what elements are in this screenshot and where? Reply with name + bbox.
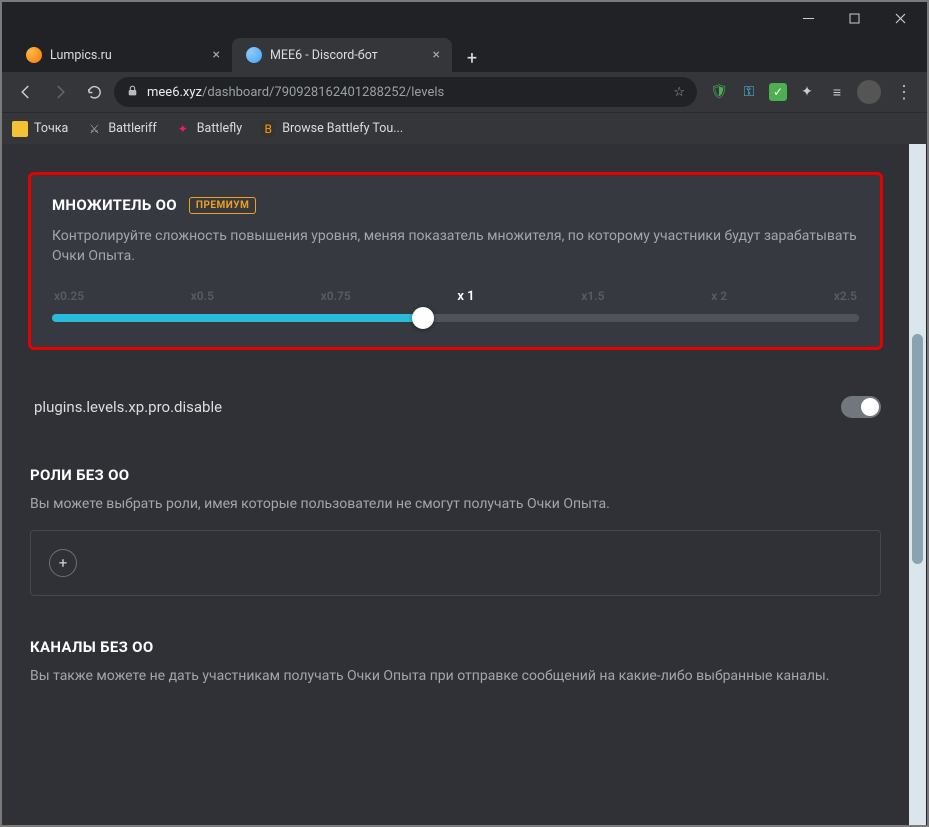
xp-disable-row: plugins.levels.xp.pro.disable: [30, 394, 881, 420]
multiplier-description: Контролируйте сложность повышения уровня…: [52, 226, 859, 267]
check-icon[interactable]: ✓: [769, 83, 787, 101]
menu-icon[interactable]: ⋮: [891, 82, 917, 103]
bookmark-label: Battlefly: [197, 121, 242, 136]
viewport: МНОЖИТЕЛЬ ОО ПРЕМИУМ Контролируйте сложн…: [2, 144, 927, 825]
toggle-label: plugins.levels.xp.pro.disable: [34, 398, 222, 416]
tab-title: Lumpics.ru: [50, 48, 112, 63]
channels-description: Вы также можете не дать участникам получ…: [30, 666, 881, 686]
favicon-icon: [26, 47, 42, 63]
page-content: МНОЖИТЕЛЬ ОО ПРЕМИУМ Контролируйте сложн…: [2, 144, 909, 825]
browser-window: Lumpics.ru × MEE6 - Discord-бот × + mee6…: [0, 0, 929, 827]
slider-label-active: x 1: [457, 289, 474, 304]
multiplier-title: МНОЖИТЕЛЬ ОО: [52, 196, 177, 214]
bookmark-label: Battleriff: [108, 121, 156, 136]
toolbar: mee6.xyz/dashboard/790928162401288252/le…: [2, 72, 927, 112]
card-title-row: МНОЖИТЕЛЬ ОО ПРЕМИУМ: [52, 196, 859, 214]
shield-icon[interactable]: 🛡: [709, 82, 729, 102]
tab-lumpics[interactable]: Lumpics.ru ×: [12, 38, 232, 72]
reading-list-icon[interactable]: ≡: [827, 82, 847, 102]
slider-label: x2.5: [834, 289, 857, 304]
slider-track[interactable]: [52, 314, 859, 322]
roles-add-box: +: [30, 530, 881, 596]
forward-button[interactable]: [46, 78, 74, 106]
bookmark-star-icon[interactable]: ☆: [673, 85, 685, 100]
bookmark-icon: B: [260, 121, 276, 137]
add-role-button[interactable]: +: [49, 549, 77, 577]
bookmark-battlefly[interactable]: ✦ Battlefly: [175, 121, 242, 137]
multiplier-card: МНОЖИТЕЛЬ ОО ПРЕМИУМ Контролируйте сложн…: [30, 174, 881, 348]
roles-title: РОЛИ БЕЗ ОО: [30, 466, 881, 484]
extensions-icon[interactable]: ✦: [797, 82, 817, 102]
bookmark-icon: ✦: [175, 121, 191, 137]
bookmark-battlefy[interactable]: B Browse Battlefy Tou...: [260, 121, 403, 137]
scrollbar-thumb[interactable]: [912, 334, 923, 564]
extension-icons: 🛡 ⚿ ✓ ✦ ≡ ⋮: [703, 80, 917, 104]
lock-icon: [126, 84, 139, 101]
new-tab-button[interactable]: +: [458, 44, 486, 72]
reload-button[interactable]: [80, 78, 108, 106]
slider-thumb[interactable]: [412, 307, 434, 329]
bookmark-label: Browse Battlefy Tou...: [282, 121, 403, 136]
close-icon[interactable]: ×: [213, 47, 220, 63]
xp-disable-toggle[interactable]: [841, 396, 881, 418]
roles-no-xp-section: РОЛИ БЕЗ ОО Вы можете выбрать роли, имея…: [30, 466, 881, 596]
bookmark-label: Точка: [34, 121, 68, 136]
bookmark-battleriff[interactable]: ⚔ Battleriff: [86, 121, 156, 137]
back-button[interactable]: [12, 78, 40, 106]
window-titlebar: [2, 2, 927, 34]
slider-label: x0.75: [321, 289, 351, 304]
slider-label: x0.5: [191, 289, 214, 304]
tab-mee6[interactable]: MEE6 - Discord-бот ×: [232, 38, 452, 72]
bookmarks-bar: Точка ⚔ Battleriff ✦ Battlefly B Browse Bat…: [2, 112, 927, 144]
close-icon[interactable]: ×: [433, 47, 440, 63]
favicon-icon: [246, 47, 262, 63]
slider-fill: [52, 314, 423, 322]
key-icon[interactable]: ⚿: [739, 82, 759, 102]
tab-strip: Lumpics.ru × MEE6 - Discord-бот × +: [2, 34, 927, 72]
slider-label: x1.5: [581, 289, 604, 304]
url-text: mee6.xyz/dashboard/790928162401288252/le…: [147, 85, 444, 100]
scrollbar-track[interactable]: [909, 144, 926, 825]
toggle-knob: [861, 398, 879, 416]
window-maximize-button[interactable]: [831, 2, 877, 34]
channels-title: КАНАЛЫ БЕЗ ОО: [30, 638, 881, 656]
window-close-button[interactable]: [877, 2, 923, 34]
bookmark-icon: [12, 121, 28, 137]
premium-badge: ПРЕМИУМ: [189, 197, 256, 214]
xp-multiplier-slider[interactable]: x0.25 x0.5 x0.75 x 1 x1.5 x 2 x2.5: [52, 289, 859, 322]
tab-title: MEE6 - Discord-бот: [270, 48, 378, 63]
bookmark-tochka[interactable]: Точка: [12, 121, 68, 137]
roles-description: Вы можете выбрать роли, имея которые пол…: [30, 494, 881, 514]
window-minimize-button[interactable]: [785, 2, 831, 34]
slider-label: x0.25: [54, 289, 84, 304]
bookmark-icon: ⚔: [86, 121, 102, 137]
address-bar[interactable]: mee6.xyz/dashboard/790928162401288252/le…: [114, 77, 697, 107]
channels-no-xp-section: КАНАЛЫ БЕЗ ОО Вы также можете не дать уч…: [30, 638, 881, 686]
slider-label: x 2: [711, 289, 727, 304]
slider-labels: x0.25 x0.5 x0.75 x 1 x1.5 x 2 x2.5: [52, 289, 859, 304]
profile-avatar[interactable]: [857, 80, 881, 104]
